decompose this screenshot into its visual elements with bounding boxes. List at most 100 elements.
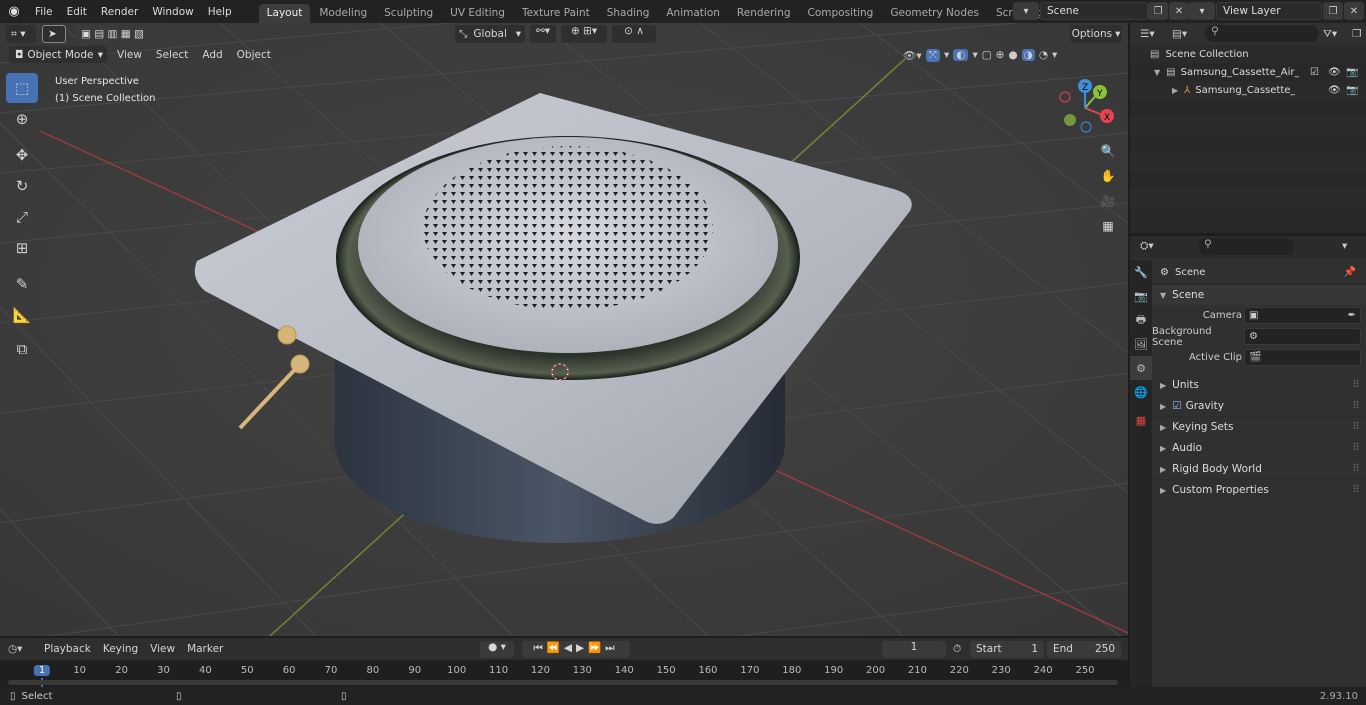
new-collection-icon[interactable]: ❐ [1352,28,1361,40]
zoom-icon[interactable]: 🔍 [1097,140,1119,162]
3d-viewport[interactable] [0,23,1128,636]
menu-edit[interactable]: Edit [60,6,94,18]
start-frame-field[interactable]: Start 1 [970,640,1044,658]
panel-custom-properties[interactable]: ▶ Custom Properties ⠿ [1152,479,1366,500]
scene-tab-icon[interactable]: ⚙ [1130,356,1152,380]
object-mode-dropdown[interactable]: ◘ Object Mode ▾ [9,46,107,63]
wireframe-shading-icon[interactable]: ⊕ [996,49,1005,61]
timeline-menu-keying[interactable]: Keying [99,643,142,655]
xray-icon[interactable]: ▢ [982,49,992,61]
delete-view-layer-icon[interactable]: ✕ [1344,2,1364,20]
timeline-scrollbar[interactable] [8,680,1118,685]
view-layer-tab-icon[interactable]: 🖼 [1130,332,1152,356]
options-dropdown[interactable]: Options ▾ [1070,25,1122,43]
viewport-menu-select[interactable]: Select [149,49,195,61]
background-scene-field[interactable]: ⚙ [1244,328,1361,345]
workspace-tab-compositing[interactable]: Compositing [800,4,882,23]
properties-editor-icon[interactable]: ⛭▾ [1140,240,1154,253]
proportional-edit-icon[interactable]: ⊙ ∧ [612,25,656,43]
transform-orientation-dropdown[interactable]: ⤡ Global ▾ [455,25,525,43]
visibility-icon[interactable]: 👁▾ [903,49,922,62]
new-view-layer-icon[interactable]: ❐ [1323,2,1343,20]
texture-tab-icon[interactable]: ▦ [1130,408,1152,432]
drag-handle-icon[interactable]: ⠿ [1352,442,1360,454]
menu-help[interactable]: Help [201,6,239,18]
view-layer-field[interactable]: View Layer [1216,2,1322,20]
pivot-point-icon[interactable]: ⚯▾ [530,25,556,43]
workspace-tab-uv-editing[interactable]: UV Editing [442,4,513,23]
outliner-row-scene-collection[interactable]: ▤ Scene Collection [1130,45,1366,63]
filter-icon[interactable]: ⛛▾ [1323,28,1337,41]
drag-handle-icon[interactable]: ⠿ [1352,379,1360,391]
outliner-editor-icon[interactable]: ☰▾ [1140,28,1155,40]
move-tool-icon[interactable]: ✥ [6,140,38,170]
workspace-tab-sculpting[interactable]: Sculpting [376,4,441,23]
outliner-row-collection[interactable]: ▼▤Samsung_Cassette_Air_Cond☑👁📷 [1130,63,1366,81]
output-tab-icon[interactable]: 🖶 [1130,308,1152,332]
viewport-menu-object[interactable]: Object [230,49,278,61]
scene-section-header[interactable]: ▼ Scene [1152,284,1366,305]
timeline-menu-marker[interactable]: Marker [183,643,227,655]
viewport-menu-view[interactable]: View [110,49,149,61]
stopwatch-icon[interactable]: ⏱ [953,643,961,656]
solid-shading-icon[interactable]: ● [1008,49,1017,61]
measure-tool-icon[interactable]: 📐 [6,300,38,330]
view-layer-browse-icon[interactable]: ▾ [1189,2,1215,20]
blender-logo-icon[interactable]: ◉ [0,0,28,23]
scale-tool-icon[interactable]: ⤢ [6,202,38,232]
pan-hand-icon[interactable]: ✋ [1097,165,1119,187]
workspace-tab-modeling[interactable]: Modeling [311,4,375,23]
current-frame-field[interactable]: 1 [882,640,946,658]
workspace-tab-shading[interactable]: Shading [599,4,658,23]
outliner-search-input[interactable]: ⚲ [1205,25,1319,42]
panel-gravity[interactable]: ▶ ☑ Gravity ⠿ [1152,395,1366,416]
render-tab-icon[interactable]: 📷 [1130,284,1152,308]
new-scene-icon[interactable]: ❐ [1148,2,1168,20]
camera-restrict-icon[interactable]: 📷 [1346,67,1358,78]
timeline-editor-icon[interactable]: ◷▾ [8,643,22,655]
rotate-tool-icon[interactable]: ↻ [6,171,38,201]
tool-tab-icon[interactable]: 🔧 [1130,260,1152,284]
select-box-tool-icon[interactable]: ⬚ [6,73,38,103]
scene-field[interactable]: Scene [1040,2,1148,20]
menu-render[interactable]: Render [94,6,145,18]
transform-tool-icon[interactable]: ⊞ [6,233,38,263]
eyedropper-icon[interactable]: ✒ [1348,310,1356,321]
camera-restrict-icon[interactable]: 📷 [1346,85,1358,96]
eye-icon[interactable]: 👁 [1328,85,1341,96]
workspace-tab-animation[interactable]: Animation [658,4,728,23]
delete-scene-icon[interactable]: ✕ [1169,2,1189,20]
active-clip-field[interactable]: 🎬 [1244,349,1361,366]
drag-handle-icon[interactable]: ⠿ [1352,463,1360,475]
end-frame-field[interactable]: End 250 [1047,640,1121,658]
drag-handle-icon[interactable]: ⠿ [1352,484,1360,496]
gravity-checkbox[interactable]: ☑ [1172,400,1181,412]
navigation-gizmo[interactable]: X Y Z [1055,78,1117,136]
properties-search-input[interactable]: ⚲ [1198,238,1294,255]
scene-browse-icon[interactable]: ▾ [1013,2,1039,20]
material-shading-icon[interactable]: ◑ [1021,49,1035,61]
workspace-tab-layout[interactable]: Layout [258,4,311,23]
display-mode-icon[interactable]: ▤▾ [1172,28,1187,40]
properties-options-icon[interactable]: ▾ [1342,240,1347,252]
pin-icon[interactable]: 📌 [1344,267,1356,278]
world-tab-icon[interactable]: 🌐 [1130,380,1152,404]
panel-audio[interactable]: ▶ Audio ⠿ [1152,437,1366,458]
menu-file[interactable]: File [28,6,60,18]
timeline-menu-playback[interactable]: Playback [40,643,95,655]
exclude-checkbox-icon[interactable]: ☑ [1310,67,1319,78]
drag-handle-icon[interactable]: ⠿ [1352,400,1360,412]
gizmo-dropdown-icon[interactable]: ▾ [944,49,949,61]
add-cube-tool-icon[interactable]: ⧉ [6,334,38,364]
overlay-dropdown-icon[interactable]: ▾ [972,49,977,61]
timeline-menu-view[interactable]: View [146,643,179,655]
select-tool-icon[interactable]: ➤ [42,25,66,43]
workspace-tab-texture-paint[interactable]: Texture Paint [514,4,598,23]
panel-units[interactable]: ▶ Units ⠿ [1152,374,1366,395]
snap-icon[interactable]: ⊕ ⊞▾ [561,25,607,43]
panel-keying-sets[interactable]: ▶ Keying Sets ⠿ [1152,416,1366,437]
workspace-tab-rendering[interactable]: Rendering [729,4,799,23]
keyframe-record-icon[interactable]: ● ▾ [480,640,514,658]
menu-window[interactable]: Window [145,6,200,18]
eye-icon[interactable]: 👁 [1328,67,1341,78]
